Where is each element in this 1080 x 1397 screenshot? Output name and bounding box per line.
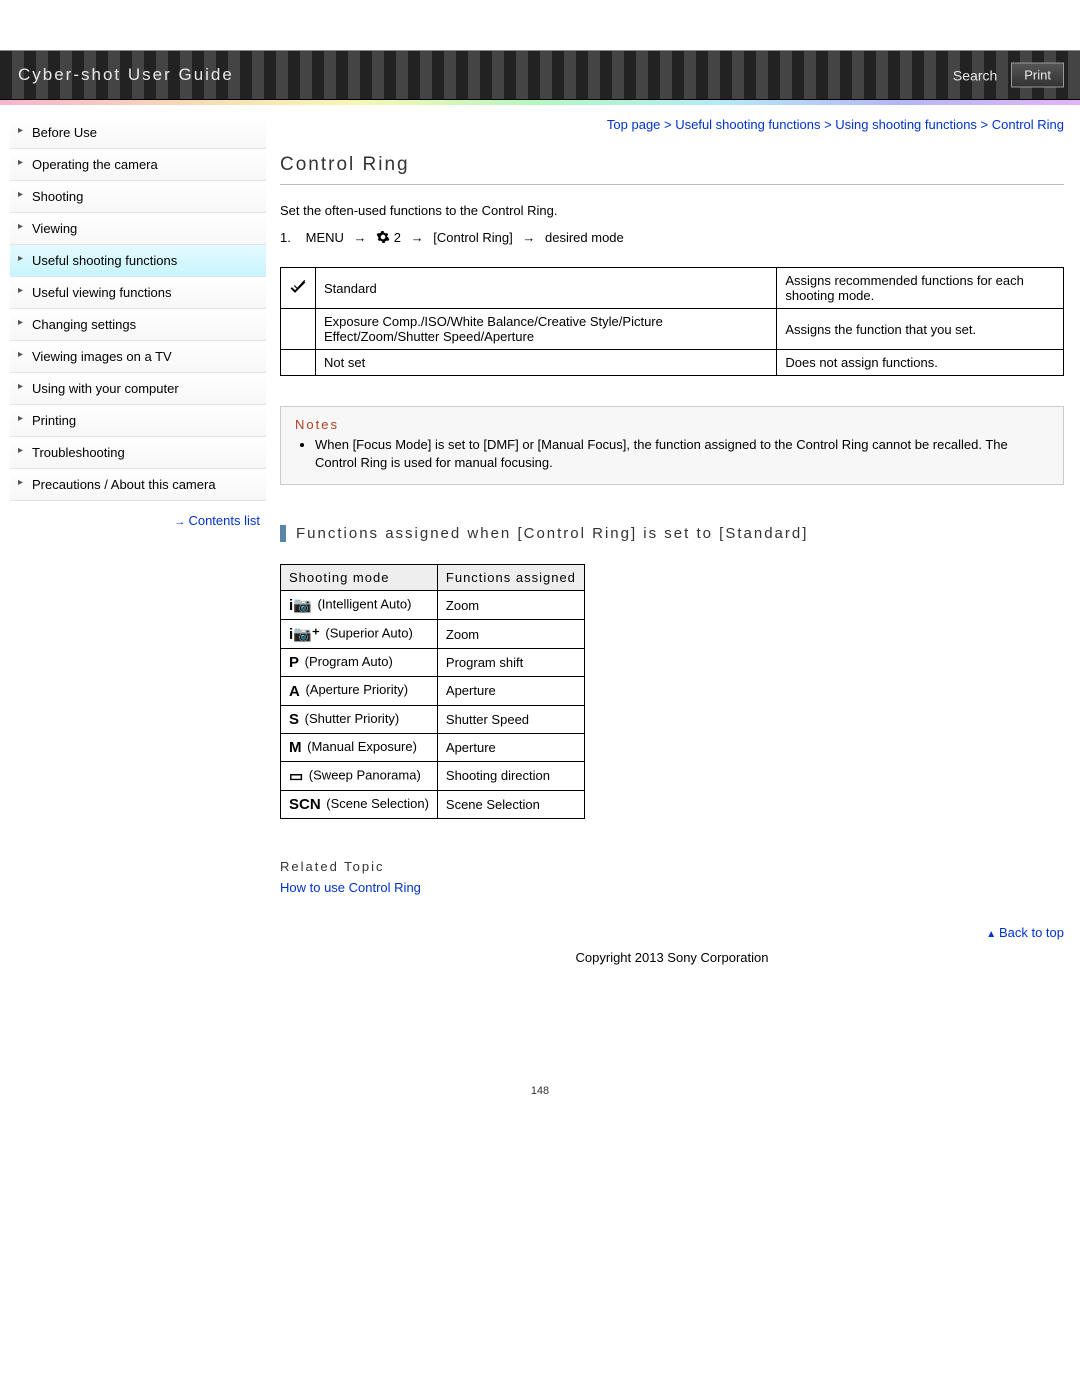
arrow-icon: →: [522, 230, 535, 245]
function-cell: Program shift: [437, 649, 584, 677]
sidebar-item[interactable]: Printing: [10, 405, 266, 437]
mode-cell: SCN (Scene Selection): [281, 790, 438, 818]
arrow-icon: →: [411, 230, 424, 245]
app-title: Cyber-shot User Guide: [18, 65, 234, 85]
option-icon-cell: [281, 350, 316, 376]
table-header: Functions assigned: [437, 565, 584, 591]
table-row: Not setDoes not assign functions.: [281, 350, 1064, 376]
settings-number: 2: [394, 230, 401, 245]
control-ring-bracket: [Control Ring]: [433, 230, 512, 245]
mode-cell: P (Program Auto): [281, 649, 438, 677]
menu-path: 1. MENU → 2 → [Control Ring] → desired m…: [280, 230, 1064, 245]
mode-cell: ▭ (Sweep Panorama): [281, 761, 438, 790]
function-cell: Zoom: [437, 591, 584, 620]
sidebar-item[interactable]: Useful shooting functions: [10, 245, 266, 277]
header-bar: Cyber-shot User Guide Search Print: [0, 50, 1080, 100]
mode-icon: ▭: [289, 767, 303, 785]
mode-cell: i📷⁺ (Superior Auto): [281, 620, 438, 649]
mode-icon: A: [289, 683, 300, 700]
mode-icon: i📷: [289, 596, 312, 614]
notes-title: Notes: [295, 417, 1049, 432]
desired-mode-label: desired mode: [545, 230, 624, 245]
sidebar-item[interactable]: Precautions / About this camera: [10, 469, 266, 501]
sidebar-item[interactable]: Troubleshooting: [10, 437, 266, 469]
table-row: SCN (Scene Selection)Scene Selection: [281, 790, 585, 818]
table-row: ▭ (Sweep Panorama)Shooting direction: [281, 761, 585, 790]
table-row: S (Shutter Priority)Shutter Speed: [281, 705, 585, 733]
check-icon: [289, 284, 307, 299]
table-header: Shooting mode: [281, 565, 438, 591]
table-row: i📷 (Intelligent Auto)Zoom: [281, 591, 585, 620]
options-table: StandardAssigns recommended functions fo…: [280, 267, 1064, 376]
modes-table: Shooting modeFunctions assignedi📷 (Intel…: [280, 564, 585, 818]
section-subheading: Functions assigned when [Control Ring] i…: [280, 525, 1064, 542]
function-cell: Shooting direction: [437, 761, 584, 790]
back-to-top-link[interactable]: Back to top: [986, 925, 1064, 940]
menu-label: MENU: [306, 230, 344, 245]
note-item: When [Focus Mode] is set to [DMF] or [Ma…: [315, 436, 1049, 472]
main-content: Top page > Useful shooting functions > U…: [280, 117, 1064, 1085]
sidebar-item[interactable]: Before Use: [10, 117, 266, 149]
arrow-icon: →: [354, 230, 367, 245]
copyright-text: Copyright 2013 Sony Corporation: [280, 950, 1064, 965]
sidebar-item[interactable]: Changing settings: [10, 309, 266, 341]
breadcrumb[interactable]: Top page > Useful shooting functions > U…: [280, 117, 1064, 132]
option-desc: Assigns the function that you set.: [777, 309, 1064, 350]
table-row: A (Aperture Priority)Aperture: [281, 677, 585, 705]
function-cell: Shutter Speed: [437, 705, 584, 733]
function-cell: Scene Selection: [437, 790, 584, 818]
mode-icon: SCN: [289, 796, 321, 813]
mode-icon: P: [289, 654, 299, 671]
print-button[interactable]: Print: [1011, 63, 1064, 88]
header-actions: Search Print: [953, 63, 1064, 88]
search-link[interactable]: Search: [953, 67, 997, 83]
function-cell: Aperture: [437, 677, 584, 705]
related-topic-link[interactable]: How to use Control Ring: [280, 880, 421, 895]
mode-icon: S: [289, 711, 299, 728]
page-title: Control Ring: [280, 154, 1064, 185]
contents-list-wrap: Contents list: [10, 501, 266, 540]
sidebar-item[interactable]: Viewing: [10, 213, 266, 245]
option-name: Not set: [316, 350, 777, 376]
option-icon-cell: [281, 268, 316, 309]
table-row: i📷⁺ (Superior Auto)Zoom: [281, 620, 585, 649]
sidebar-item[interactable]: Shooting: [10, 181, 266, 213]
option-name: Exposure Comp./ISO/White Balance/Creativ…: [316, 309, 777, 350]
option-icon-cell: [281, 309, 316, 350]
option-desc: Does not assign functions.: [777, 350, 1064, 376]
related-topic-title: Related Topic: [280, 859, 1064, 874]
option-name: Standard: [316, 268, 777, 309]
intro-text: Set the often-used functions to the Cont…: [280, 203, 1064, 218]
mode-cell: A (Aperture Priority): [281, 677, 438, 705]
sidebar-item[interactable]: Viewing images on a TV: [10, 341, 266, 373]
gear-icon: [376, 230, 390, 244]
contents-list-link[interactable]: Contents list: [174, 513, 260, 528]
step-number: 1.: [280, 230, 302, 245]
sidebar-item[interactable]: Useful viewing functions: [10, 277, 266, 309]
sidebar-list: Before UseOperating the cameraShootingVi…: [10, 117, 266, 501]
back-to-top-wrap: Back to top: [280, 925, 1064, 940]
notes-box: Notes When [Focus Mode] is set to [DMF] …: [280, 406, 1064, 485]
table-row: Exposure Comp./ISO/White Balance/Creativ…: [281, 309, 1064, 350]
table-row: StandardAssigns recommended functions fo…: [281, 268, 1064, 309]
notes-list: When [Focus Mode] is set to [DMF] or [Ma…: [295, 436, 1049, 472]
sidebar: Before UseOperating the cameraShootingVi…: [10, 117, 266, 1085]
mode-icon: i📷⁺: [289, 625, 320, 643]
mode-icon: M: [289, 739, 302, 756]
mode-cell: i📷 (Intelligent Auto): [281, 591, 438, 620]
function-cell: Zoom: [437, 620, 584, 649]
sidebar-item[interactable]: Operating the camera: [10, 149, 266, 181]
mode-cell: M (Manual Exposure): [281, 733, 438, 761]
page-number: 148: [0, 1085, 1080, 1127]
function-cell: Aperture: [437, 733, 584, 761]
option-desc: Assigns recommended functions for each s…: [777, 268, 1064, 309]
mode-cell: S (Shutter Priority): [281, 705, 438, 733]
sidebar-item[interactable]: Using with your computer: [10, 373, 266, 405]
table-row: P (Program Auto)Program shift: [281, 649, 585, 677]
table-row: M (Manual Exposure)Aperture: [281, 733, 585, 761]
